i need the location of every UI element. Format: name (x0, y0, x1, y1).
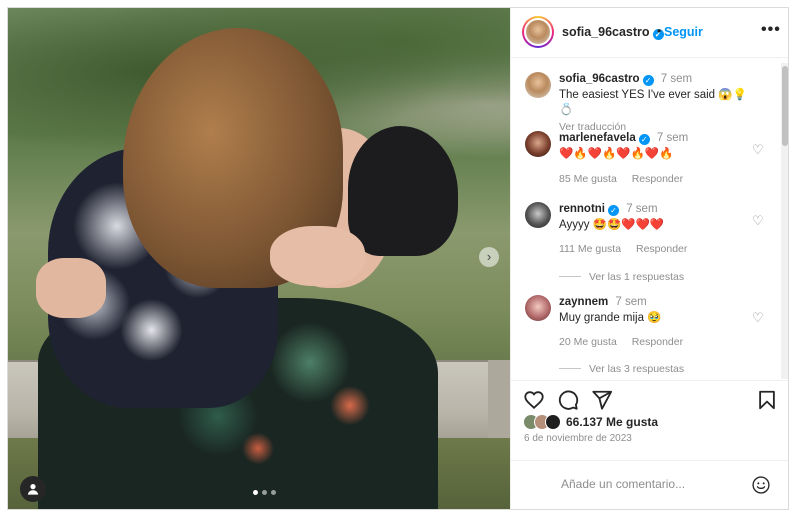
comment-body: rennotni ✓ 7 sem Ayyyy 🤩🤩❤️❤️❤️ (559, 202, 759, 233)
post-header: sofia_96castro ✓ • Seguir ••• (511, 8, 788, 58)
more-options-icon[interactable]: ••• (761, 21, 781, 39)
photo-woman-arm (36, 258, 106, 318)
verified-badge-icon: ✓ (638, 134, 650, 145)
comment-body: marlenefavela ✓ 7 sem ❤️🔥❤️🔥❤️🔥❤️🔥 (559, 131, 759, 162)
view-replies-button[interactable]: Ver las 3 respuestas (559, 363, 684, 375)
comment-avatar[interactable] (525, 295, 551, 321)
bookmark-icon[interactable] (756, 389, 778, 411)
comment-time[interactable]: 7 sem (657, 132, 688, 144)
comment-time[interactable]: 7 sem (615, 296, 646, 308)
author-username[interactable]: sofia_96castro ✓ (562, 25, 664, 40)
comment-text: Muy grande mija 🥹 (559, 312, 662, 324)
author-avatar-image (524, 18, 552, 46)
post-dialog: › sofia_96castro ✓ • Seguir ••• sofia_96… (7, 7, 789, 510)
comment-text: Ayyyy 🤩🤩❤️❤️❤️ (559, 219, 665, 231)
comment-meta: 111 Me gusta Responder (559, 243, 699, 255)
comment-time[interactable]: 7 sem (626, 203, 657, 215)
comment-input[interactable] (561, 477, 751, 491)
post-date[interactable]: 6 de noviembre de 2023 (524, 433, 632, 444)
comment-avatar[interactable] (525, 202, 551, 228)
user-tag-glyph (27, 484, 39, 495)
photo-man-cap (348, 126, 458, 256)
comment-avatar[interactable] (525, 131, 551, 157)
likes-row[interactable]: 66.137 Me gusta (523, 412, 658, 432)
reply-button[interactable]: Responder (632, 336, 683, 348)
carousel-dot (262, 490, 267, 495)
comment-likes[interactable]: 20 Me gusta (559, 336, 617, 348)
caption-text: The easiest YES I've ever said 😱💡💍 (559, 89, 747, 116)
reply-button[interactable]: Responder (636, 243, 687, 255)
caption-avatar[interactable] (525, 72, 551, 98)
heart-icon[interactable]: ♡ (752, 142, 764, 158)
comment-text: ❤️🔥❤️🔥❤️🔥❤️🔥 (559, 148, 674, 160)
comment-username[interactable]: marlenefavela (559, 132, 636, 144)
scrollbar-thumb[interactable] (782, 66, 788, 146)
reply-button[interactable]: Responder (632, 173, 683, 185)
comment-username[interactable]: zaynnem (559, 296, 608, 308)
liker-avatar (545, 414, 561, 430)
post-photo[interactable]: › (8, 8, 510, 509)
carousel-dot (271, 490, 276, 495)
likes-count[interactable]: 66.137 Me gusta (566, 415, 658, 429)
comment-body: zaynnem 7 sem Muy grande mija 🥹 (559, 295, 759, 326)
comment-likes[interactable]: 111 Me gusta (559, 243, 621, 255)
caption-body: sofia_96castro ✓ 7 sem The easiest YES I'… (559, 72, 759, 135)
view-replies-button[interactable]: Ver las 1 respuestas (559, 271, 684, 283)
comments-scrollbar[interactable] (781, 63, 788, 379)
chevron-right-icon[interactable]: › (479, 247, 499, 267)
carousel-dot-active (253, 490, 258, 495)
user-tag-icon[interactable] (20, 476, 46, 502)
verified-badge-icon: ✓ (608, 205, 619, 216)
heart-icon[interactable]: ♡ (752, 310, 764, 326)
heart-icon[interactable] (523, 389, 545, 411)
smiley-icon[interactable] (751, 475, 771, 495)
comment-meta: 20 Me gusta Responder (559, 336, 695, 348)
comment-username[interactable]: rennotni (559, 203, 605, 215)
follow-button[interactable]: Seguir (664, 25, 703, 39)
author-avatar[interactable] (522, 16, 554, 48)
carousel-dots (253, 490, 276, 495)
comment-meta: 85 Me gusta Responder (559, 173, 695, 185)
add-comment-bar (511, 460, 788, 509)
caption-username[interactable]: sofia_96castro (559, 73, 640, 85)
photo-woman-hand (270, 226, 365, 286)
header-separator: • (657, 24, 662, 38)
comment-icon[interactable] (557, 389, 579, 411)
comments-list[interactable]: sofia_96castro ✓ 7 sem The easiest YES I'… (511, 59, 788, 380)
post-side-panel: sofia_96castro ✓ • Seguir ••• sofia_96cas… (510, 8, 788, 509)
comment-likes[interactable]: 85 Me gusta (559, 173, 617, 185)
verified-badge-icon: ✓ (642, 75, 654, 86)
heart-icon[interactable]: ♡ (752, 213, 764, 229)
post-actions (511, 380, 788, 412)
author-username-text[interactable]: sofia_96castro (562, 25, 650, 39)
caption-time[interactable]: 7 sem (661, 73, 692, 85)
send-icon[interactable] (591, 389, 613, 411)
